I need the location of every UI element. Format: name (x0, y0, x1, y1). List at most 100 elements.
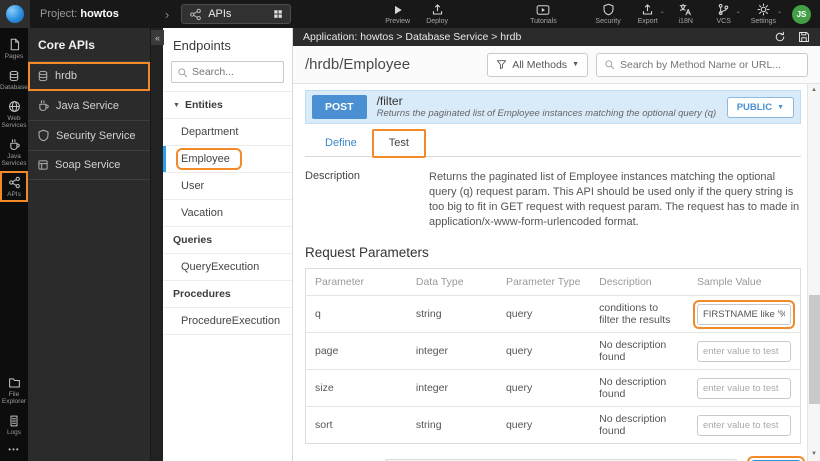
endpoint-item-employee[interactable]: Employee (163, 146, 292, 173)
api-endpoint-row[interactable]: POST /filter Returns the paginated list … (305, 90, 801, 124)
main-scrollbar-thumb[interactable] (809, 295, 820, 404)
deploy-label: Deploy (426, 18, 448, 25)
main-scrollbar[interactable]: ▲ ▼ (807, 84, 820, 461)
endpoints-search (171, 61, 284, 83)
service-item-label: hrdb (55, 70, 77, 82)
web-services-icon (8, 100, 21, 113)
project-name: howtos (80, 8, 119, 20)
panel-gutter: « (150, 28, 163, 461)
sidebar-item-java-services[interactable]: Java Services (0, 133, 28, 171)
preview-label: Preview (385, 18, 410, 25)
sidebar-item-databases[interactable]: Databases (0, 64, 28, 95)
file-explorer-icon (8, 376, 21, 389)
tab-apis-label: APIs (208, 8, 231, 20)
collapse-panel-button[interactable]: « (151, 30, 164, 45)
tutorials-icon (536, 3, 550, 16)
visibility-dropdown[interactable]: PUBLIC ▼ (727, 97, 794, 118)
endpoint-item-queryexecution[interactable]: QueryExecution (163, 254, 292, 281)
sample-value-input-page[interactable] (697, 341, 791, 362)
cell-parameter_type: query (497, 407, 590, 444)
sidebar-item-web-services[interactable]: Web Services (0, 95, 28, 133)
save-icon[interactable] (798, 31, 810, 43)
endpoint-item-user[interactable]: User (163, 173, 292, 200)
i18n-button[interactable]: i18N (675, 3, 697, 25)
request-parameters-title: Request Parameters (305, 245, 801, 260)
endpoint-item-department[interactable]: Department (163, 119, 292, 146)
apis-icon (189, 8, 202, 21)
endpoints-section-entities[interactable]: ▼ Entities (163, 91, 292, 119)
tutorials-button[interactable]: Tutorials (530, 3, 557, 25)
preview-button[interactable]: Preview (385, 3, 410, 25)
sidebar-item-logs[interactable]: Logs (0, 409, 28, 440)
sample-value-input-size[interactable] (697, 378, 791, 399)
service-item-hrdb[interactable]: hrdb (28, 62, 150, 91)
service-item-security-service[interactable]: Security Service (28, 121, 150, 151)
define-test-tabs: DefineTest (305, 130, 801, 157)
endpoint-item-label: Vacation (181, 207, 223, 219)
tab-test[interactable]: Test (373, 130, 425, 157)
service-header: /hrdb/Employee All Methods ▼ (293, 46, 820, 84)
more-options-button[interactable]: ••• (0, 440, 28, 461)
cell-description: No description found (590, 333, 688, 370)
method-search-input[interactable] (620, 59, 800, 71)
wavemaker-studio: Project: howtos › APIs Preview Deploy Tuto… (0, 0, 820, 461)
endpoints-panel: Endpoints ▼EntitiesDepartmentEmployeeUse… (163, 28, 293, 461)
api-test-content: POST /filter Returns the paginated list … (293, 84, 820, 461)
breadcrumb: Application: howtos > Database Service >… (303, 31, 521, 43)
endpoint-item-label: Department (181, 126, 238, 138)
tab-define[interactable]: Define (309, 130, 373, 156)
grid-icon[interactable] (273, 9, 283, 19)
project-label: Project: howtos (40, 8, 119, 20)
security-button[interactable]: Security (595, 3, 620, 25)
scroll-down-arrow[interactable]: ▼ (808, 449, 820, 460)
endpoints-search-input[interactable] (192, 66, 278, 78)
request-parameters-table: ParameterData TypeParameter TypeDescript… (305, 268, 801, 444)
refresh-icon[interactable] (774, 31, 786, 43)
sample-value-input-q[interactable] (697, 304, 791, 325)
export-button[interactable]: Export⌄ (637, 3, 659, 25)
sidebar-item-label: Databases (0, 84, 28, 91)
settings-button[interactable]: Settings⌄ (751, 3, 776, 25)
activity-bar: Pages Databases Web ServicesJava ServicesA… (0, 28, 28, 461)
service-item-soap-service[interactable]: Soap Service (28, 151, 150, 180)
sidebar-item-label: Pages (0, 53, 28, 60)
methods-filter-dropdown[interactable]: All Methods ▼ (487, 53, 588, 77)
scroll-up-arrow[interactable]: ▲ (808, 85, 820, 96)
description-label: Description (305, 170, 429, 230)
column-header: Sample Value (688, 269, 801, 296)
java-service-icon (37, 99, 50, 112)
i18n-label: i18N (679, 18, 693, 25)
endpoint-item-procedureexecution[interactable]: ProcedureExecution (163, 308, 292, 335)
security-label: Security (595, 18, 620, 25)
endpoint-item-vacation[interactable]: Vacation (163, 200, 292, 227)
tab-apis[interactable]: APIs (181, 4, 291, 24)
methods-filter-label: All Methods (512, 59, 567, 71)
chevron-down-icon: ▼ (572, 61, 579, 68)
deploy-button[interactable]: Deploy (426, 3, 448, 25)
endpoints-section-queries[interactable]: Queries (163, 226, 292, 254)
column-header: Description (590, 269, 688, 296)
cell-description: conditions to filter the results (590, 296, 688, 333)
column-header: Parameter Type (497, 269, 590, 296)
sidebar-item-file-explorer[interactable]: File Explorer (0, 371, 28, 409)
section-label: Entities (185, 99, 223, 111)
export-icon (641, 3, 654, 16)
wavemaker-logo-icon[interactable] (0, 0, 30, 28)
endpoints-section-procedures[interactable]: Procedures (163, 280, 292, 308)
cell-parameter_type: query (497, 370, 590, 407)
section-label: Procedures (173, 288, 231, 300)
chevron-right-icon: › (165, 7, 169, 22)
sidebar-item-apis[interactable]: APIs (0, 171, 28, 202)
vcs-button[interactable]: VCS⌄ (713, 3, 735, 25)
chevron-down-icon: ▼ (173, 102, 180, 109)
sidebar-item-pages[interactable]: Pages (0, 33, 28, 64)
chevron-down-icon: ▼ (777, 104, 784, 111)
chevron-down-icon: ⌄ (777, 8, 782, 15)
service-item-java-service[interactable]: Java Service (28, 91, 150, 121)
cell-parameter_type: query (497, 296, 590, 333)
databases-icon (8, 69, 20, 82)
user-avatar[interactable]: JS (792, 5, 811, 24)
sidebar-item-label: File Explorer (0, 391, 28, 405)
sample-value-input-sort[interactable] (697, 415, 791, 436)
section-label: Queries (173, 234, 212, 246)
